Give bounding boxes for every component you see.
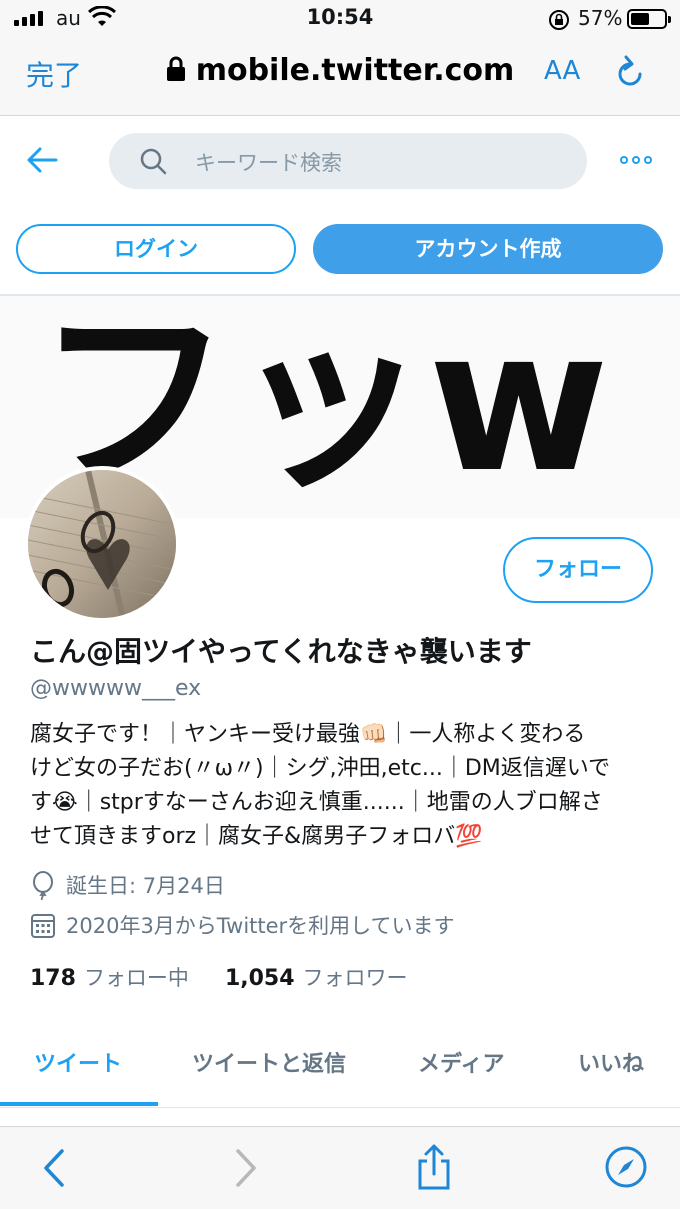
- bio-line: す😭｜stprすなーさんお迎え慎重......｜地雷の人ブロ解さ: [30, 790, 603, 815]
- following-label[interactable]: フォロー中: [84, 962, 189, 992]
- tab-tweets[interactable]: ツイート: [34, 1046, 122, 1078]
- calendar-icon: [31, 914, 55, 938]
- followers-label[interactable]: フォロワー: [303, 962, 408, 992]
- battery-percent: 57%: [578, 6, 623, 30]
- follow-button[interactable]: フォロー: [503, 537, 653, 603]
- tab-tweets-and-replies[interactable]: ツイートと返信: [192, 1046, 346, 1078]
- bio-line: けど女の子だお(〃ω〃)｜シグ,沖田,etc...｜DM返信遅いで: [30, 756, 611, 781]
- twitter-header: キーワード検索: [0, 116, 680, 206]
- bio: 腐女子です！｜ヤンキー受け最強👊🏻｜一人称よく変わる けど女の子だお(〃ω〃)｜…: [30, 718, 650, 854]
- browser-back-icon[interactable]: [40, 1147, 70, 1193]
- signup-button[interactable]: アカウント作成: [313, 224, 663, 274]
- browser-bottom-toolbar: [0, 1126, 680, 1209]
- joined-row: 2020年3月からTwitterを利用しています: [30, 910, 455, 940]
- avatar[interactable]: [24, 466, 180, 622]
- back-arrow-icon[interactable]: [26, 146, 58, 178]
- login-button[interactable]: ログイン: [16, 224, 296, 274]
- browser-forward-icon[interactable]: [230, 1147, 260, 1193]
- battery-icon: [627, 9, 671, 29]
- rotation-lock-icon: [548, 9, 570, 35]
- text-size-button[interactable]: AA: [544, 56, 580, 86]
- url-text: mobile.twitter.com: [195, 53, 515, 88]
- search-placeholder: キーワード検索: [195, 151, 342, 175]
- text-size-label: AA: [544, 56, 581, 86]
- display-name: こん@固ツイやってくれなきゃ襲います: [30, 635, 532, 668]
- bio-line: せて頂きますorz｜腐女子&腐男子フォロバ💯: [30, 824, 483, 849]
- bio-line: 腐女子です！｜ヤンキー受け最強👊🏻｜一人称よく変わる: [30, 722, 586, 747]
- padlock-icon: [166, 55, 186, 90]
- tab-likes[interactable]: いいね: [578, 1046, 644, 1078]
- status-bar: au 10:54 57%: [0, 0, 680, 38]
- search-input[interactable]: キーワード検索: [109, 133, 587, 189]
- followers-count[interactable]: 1,054: [225, 966, 295, 991]
- birthday-row: 誕生日: 7月24日: [30, 870, 225, 900]
- profile-tabs: ツイート ツイートと返信 メディア いいね: [0, 1030, 680, 1108]
- user-handle: @wwwww___ex: [30, 676, 202, 701]
- balloon-icon: [33, 871, 53, 900]
- tab-media[interactable]: メディア: [418, 1046, 504, 1078]
- active-tab-indicator: [0, 1102, 158, 1106]
- search-icon: [139, 147, 167, 179]
- joined-text: 2020年3月からTwitterを利用しています: [66, 914, 455, 938]
- more-options-icon[interactable]: [620, 156, 652, 164]
- compass-icon[interactable]: [604, 1145, 648, 1193]
- birthday-text: 誕生日: 7月24日: [66, 874, 225, 898]
- browser-toolbar: 完了 mobile.twitter.com AA: [0, 38, 680, 116]
- following-count[interactable]: 178: [30, 966, 76, 991]
- follow-counts: 178 フォロー中 1,054 フォロワー: [30, 962, 444, 992]
- reload-icon[interactable]: [614, 54, 646, 94]
- share-icon[interactable]: [416, 1143, 452, 1195]
